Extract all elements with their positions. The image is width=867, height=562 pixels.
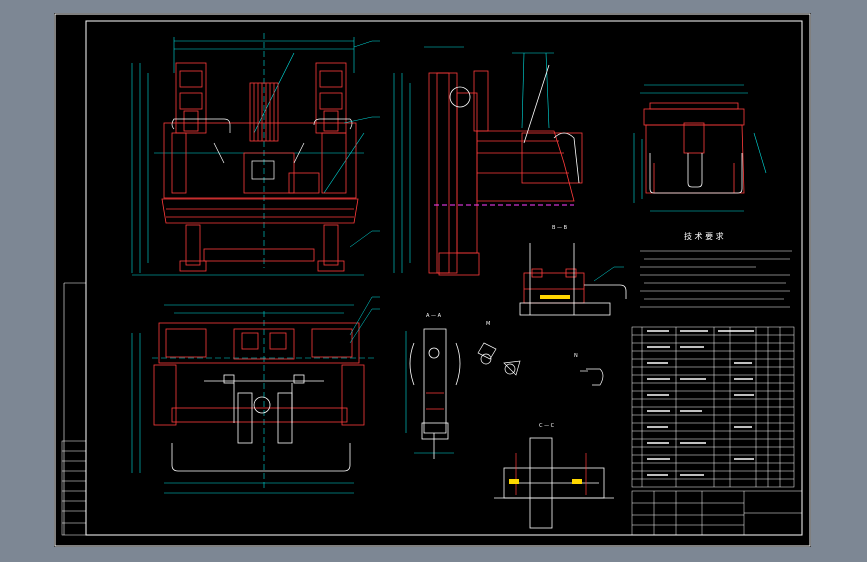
- inner-border: [85, 20, 803, 536]
- cad-drawing: 技 术 要 求 A — A M N B — B C — C: [54, 13, 811, 547]
- title-block: [631, 490, 803, 536]
- parts-list: [631, 326, 795, 488]
- front-elevation: [131, 33, 365, 276]
- revision-strip: [61, 440, 87, 536]
- outer-border: [54, 13, 811, 547]
- section-label-n: N: [574, 353, 578, 359]
- section-label-c: C — C: [539, 423, 555, 429]
- section-label-m: M: [486, 321, 490, 327]
- side-elevation: [393, 46, 583, 276]
- front-parts: [161, 62, 359, 272]
- plan-view: [131, 304, 374, 494]
- m-detail: M: [477, 321, 521, 376]
- part-balloons: [343, 40, 624, 344]
- drawing-sheet: 技 术 要 求 A — A M N B — B C — C: [54, 13, 811, 547]
- front-dims: [131, 33, 365, 276]
- section-c-c: C — C: [494, 423, 614, 529]
- right-top-view: [633, 84, 767, 212]
- b-hatch: [540, 295, 570, 299]
- section-label-b: B — B: [552, 225, 568, 231]
- section-label-a: A — A: [426, 313, 442, 319]
- section-a-a: A — A M N: [405, 313, 604, 459]
- tech-req-title: 技 术 要 求: [684, 231, 724, 241]
- n-detail: N: [574, 353, 604, 386]
- technical-requirements: 技 术 要 求: [640, 231, 792, 308]
